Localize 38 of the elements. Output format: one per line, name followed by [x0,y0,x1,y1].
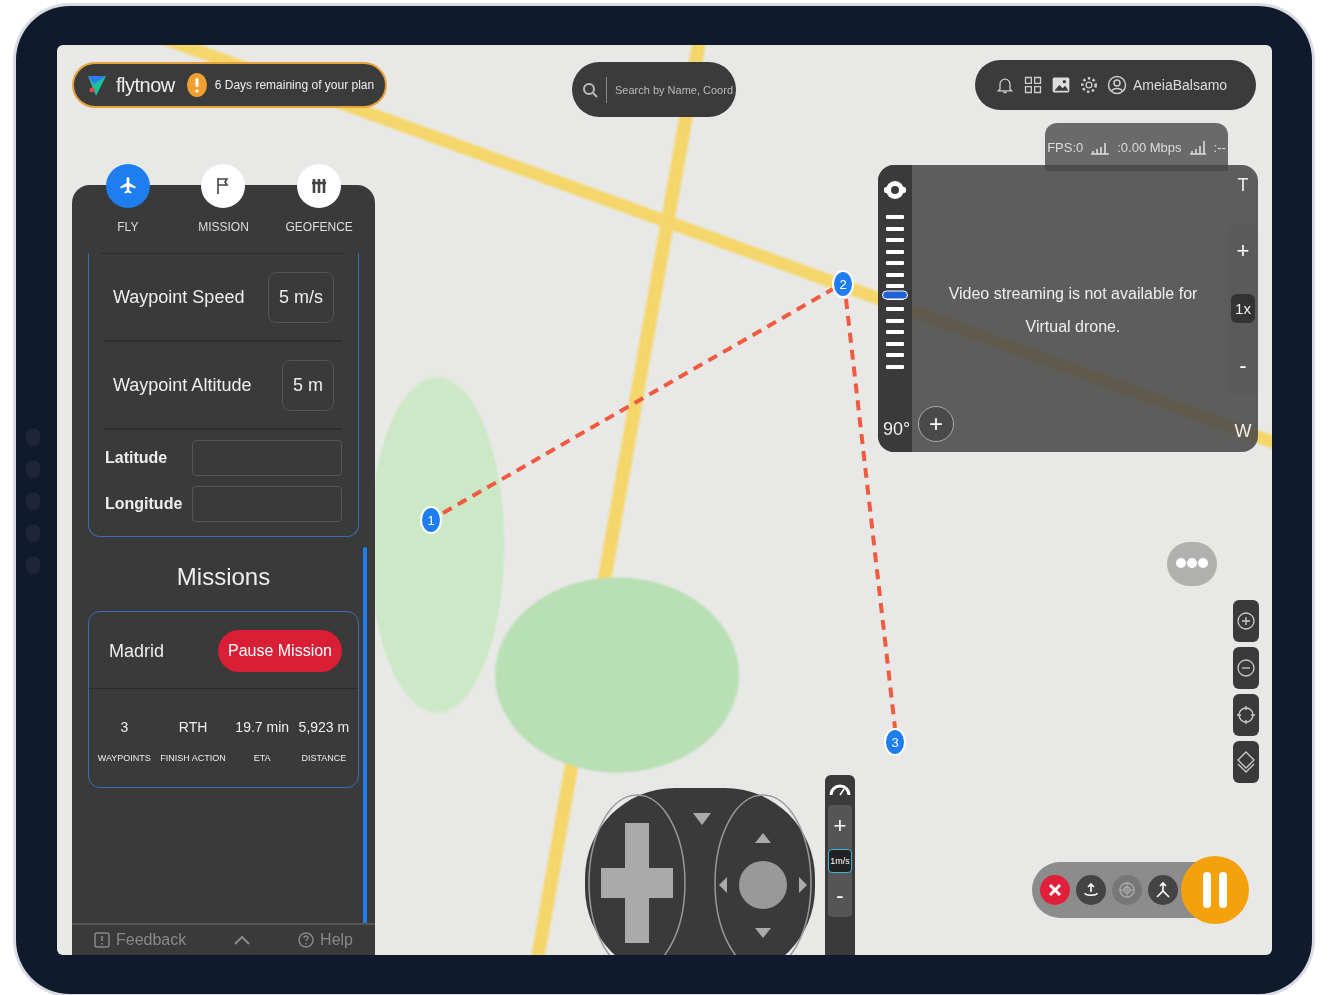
stat-label: DISTANCE [301,753,347,763]
add-button[interactable]: + [918,406,954,442]
bitrate-reading: :0.00 Mbps [1117,139,1182,155]
speed-up-button[interactable]: + [833,813,847,839]
nav-tab[interactable]: GEOFENCE [274,163,365,235]
plan-notice: 6 Days remaining of your plan [214,78,375,92]
stat-label: WAYPOINTS [97,753,151,763]
missions-heading: Missions [175,563,272,591]
user-menu[interactable]: AmeiaBalsamo [1107,75,1228,95]
nav-tab[interactable]: FLY [82,163,173,235]
search-field[interactable]: Search by Name, Coord [572,62,736,117]
stat-value: RTH [178,719,208,735]
zoom-in-button[interactable]: + [1236,238,1250,265]
nav-tab[interactable]: MISSION [178,163,269,235]
video-unavailable-message: Video streaming is not available for Virtual drone. [947,284,1199,337]
stat-value: 19.7 min [235,719,290,735]
coordinate-label: Longitude [105,495,183,513]
speed-value: 1m/s [828,849,852,873]
setting-label: Waypoint Altitude [113,374,252,396]
brand-name: flytnow [116,73,175,97]
signal-reading: :-- [1213,139,1226,155]
speed-down-button[interactable]: - [836,883,844,909]
setting-value-field[interactable]: 5 m [282,359,334,411]
zoom-tele-label: T [1237,175,1249,196]
stat-value: 5,923 m [298,719,350,735]
stat-label: FINISH ACTION [160,753,226,763]
zoom-out-button[interactable]: - [1239,352,1247,379]
fps-reading: FPS:0 [1047,139,1084,155]
coordinate-label: Latitude [105,449,168,467]
stat-label: ETA [253,753,271,763]
pause-mission-button[interactable]: Pause Mission [217,630,342,672]
setting-value-field[interactable]: 5 m/s [268,271,334,323]
setting-label: Waypoint Speed [113,286,245,308]
gimbal-angle: 90° [883,419,911,440]
stat-value: 3 [120,719,129,735]
zoom-level: 1x [1231,294,1255,323]
zoom-wide-label: W [1234,421,1252,442]
mission-name: Madrid [109,640,165,662]
